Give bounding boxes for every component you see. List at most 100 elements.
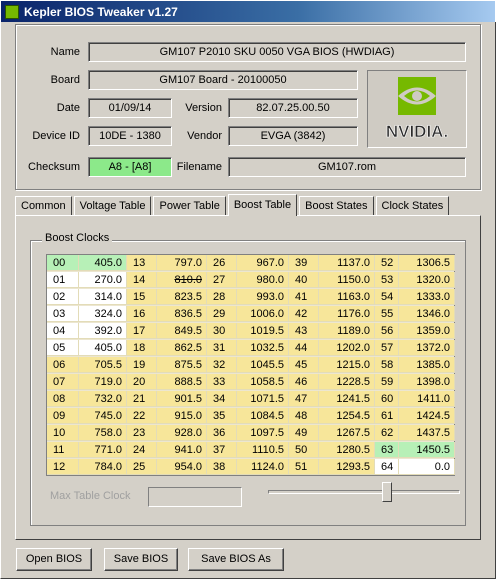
boost-index-cell: 25 — [127, 459, 157, 475]
tab-clock-states[interactable]: Clock States — [375, 196, 450, 216]
board-field: GM107 Board - 20100050 — [88, 70, 358, 90]
boost-value-cell[interactable]: 901.5 — [157, 391, 207, 407]
boost-value-cell[interactable]: 823.5 — [157, 289, 207, 305]
boost-value-cell[interactable]: 392.0 — [79, 323, 127, 339]
boost-value-cell[interactable]: 771.0 — [79, 442, 127, 458]
boost-value-cell[interactable]: 1097.5 — [237, 425, 289, 441]
nvidia-logo: NVIDIA. — [367, 70, 467, 148]
boost-index-cell: 18 — [127, 340, 157, 356]
tab-boost-table[interactable]: Boost Table — [227, 194, 298, 216]
boost-index-cell: 12 — [47, 459, 79, 475]
boost-value-cell[interactable]: 915.0 — [157, 408, 207, 424]
boost-value-cell[interactable]: 875.5 — [157, 357, 207, 373]
boost-value-cell[interactable]: 314.0 — [79, 289, 127, 305]
boost-clocks-title: Boost Clocks — [42, 232, 113, 244]
boost-value-cell[interactable]: 1150.0 — [319, 272, 375, 288]
boost-index-cell: 41 — [289, 289, 319, 305]
boost-index-cell: 27 — [207, 272, 237, 288]
boost-value-cell[interactable]: 1398.0 — [399, 374, 455, 390]
boost-value-cell[interactable]: 1019.5 — [237, 323, 289, 339]
date-field: 01/09/14 — [88, 98, 172, 118]
boost-value-cell[interactable]: 928.0 — [157, 425, 207, 441]
tab-voltage-table[interactable]: Voltage Table — [73, 196, 152, 216]
boost-value-cell[interactable]: 1306.5 — [399, 255, 455, 271]
boost-value-cell[interactable]: 1215.0 — [319, 357, 375, 373]
app-icon — [5, 4, 19, 19]
open-bios-button[interactable]: Open BIOS — [16, 548, 92, 571]
boost-index-cell: 37 — [207, 442, 237, 458]
save-bios-button[interactable]: Save BIOS — [104, 548, 178, 571]
boost-value-cell[interactable]: 993.0 — [237, 289, 289, 305]
boost-value-cell[interactable]: 1084.5 — [237, 408, 289, 424]
name-label: Name — [50, 46, 80, 58]
boost-index-cell: 01 — [47, 272, 79, 288]
boost-value-cell[interactable]: 1189.0 — [319, 323, 375, 339]
boost-value-cell[interactable]: 1372.0 — [399, 340, 455, 356]
boost-value-cell[interactable]: 270.0 — [79, 272, 127, 288]
boost-value-cell[interactable]: 1424.5 — [399, 408, 455, 424]
boost-value-cell[interactable]: 810.0 — [157, 272, 207, 288]
boost-value-cell[interactable]: 745.0 — [79, 408, 127, 424]
boost-value-cell[interactable]: 1032.5 — [237, 340, 289, 356]
boost-value-cell[interactable]: 705.5 — [79, 357, 127, 373]
save-bios-as-button[interactable]: Save BIOS As — [188, 548, 284, 571]
boost-value-cell[interactable]: 797.0 — [157, 255, 207, 271]
tab-boost-states[interactable]: Boost States — [299, 196, 374, 216]
boost-value-cell[interactable]: 719.0 — [79, 374, 127, 390]
boost-index-cell: 20 — [127, 374, 157, 390]
boost-value-cell[interactable]: 1202.0 — [319, 340, 375, 356]
boost-index-cell: 31 — [207, 340, 237, 356]
boost-value-cell[interactable]: 1241.5 — [319, 391, 375, 407]
tab-common[interactable]: Common — [15, 196, 72, 216]
checksum-field: A8 - [A8] — [88, 157, 172, 177]
date-label: Date — [56, 102, 80, 114]
boost-value-cell[interactable]: 1267.5 — [319, 425, 375, 441]
boost-value-cell[interactable]: 1254.5 — [319, 408, 375, 424]
boost-value-cell[interactable]: 1110.5 — [237, 442, 289, 458]
title-bar[interactable]: Kepler BIOS Tweaker v1.27 — [0, 0, 496, 22]
boost-value-cell[interactable]: 1163.0 — [319, 289, 375, 305]
boost-value-cell[interactable]: 1450.5 — [399, 442, 455, 458]
boost-value-cell[interactable]: 1006.0 — [237, 306, 289, 322]
boost-value-cell[interactable]: 732.0 — [79, 391, 127, 407]
boost-value-cell[interactable]: 836.5 — [157, 306, 207, 322]
slider-thumb[interactable] — [382, 482, 393, 502]
board-label: Board — [50, 74, 80, 86]
boost-value-cell[interactable]: 1346.0 — [399, 306, 455, 322]
boost-value-cell[interactable]: 888.5 — [157, 374, 207, 390]
boost-value-cell[interactable]: 1320.0 — [399, 272, 455, 288]
boost-value-cell[interactable]: 1176.0 — [319, 306, 375, 322]
boost-value-cell[interactable]: 1411.0 — [399, 391, 455, 407]
boost-value-cell[interactable]: 1437.5 — [399, 425, 455, 441]
boost-value-cell[interactable]: 954.0 — [157, 459, 207, 475]
boost-value-cell[interactable]: 1137.0 — [319, 255, 375, 271]
boost-value-cell[interactable]: 405.0 — [79, 255, 127, 271]
boost-value-cell[interactable]: 0.0 — [399, 459, 455, 475]
boost-value-cell[interactable]: 1045.5 — [237, 357, 289, 373]
tab-bar: Common Voltage Table Power Table Boost Tabl… — [15, 194, 451, 216]
tab-power-table[interactable]: Power Table — [153, 196, 226, 216]
boost-value-cell[interactable]: 758.0 — [79, 425, 127, 441]
boost-value-cell[interactable]: 324.0 — [79, 306, 127, 322]
boost-value-cell[interactable]: 1359.0 — [399, 323, 455, 339]
boost-value-cell[interactable]: 1228.5 — [319, 374, 375, 390]
boost-value-cell[interactable]: 862.5 — [157, 340, 207, 356]
boost-index-cell: 17 — [127, 323, 157, 339]
boost-value-cell[interactable]: 980.0 — [237, 272, 289, 288]
boost-value-cell[interactable]: 1293.5 — [319, 459, 375, 475]
boost-value-cell[interactable]: 405.0 — [79, 340, 127, 356]
boost-value-cell[interactable]: 967.0 — [237, 255, 289, 271]
boost-value-cell[interactable]: 784.0 — [79, 459, 127, 475]
boost-index-cell: 63 — [375, 442, 399, 458]
boost-value-cell[interactable]: 1385.0 — [399, 357, 455, 373]
boost-value-cell[interactable]: 1333.0 — [399, 289, 455, 305]
boost-value-cell[interactable]: 1071.5 — [237, 391, 289, 407]
boost-value-cell[interactable]: 1058.5 — [237, 374, 289, 390]
boost-value-cell[interactable]: 849.5 — [157, 323, 207, 339]
boost-table[interactable]: 00 405.0 01 270.0 02 314.0 03 324.0 04 392.0 05 405… — [46, 254, 455, 476]
boost-index-cell: 50 — [289, 442, 319, 458]
boost-value-cell[interactable]: 941.0 — [157, 442, 207, 458]
slider-track[interactable] — [268, 490, 460, 494]
boost-value-cell[interactable]: 1280.5 — [319, 442, 375, 458]
boost-value-cell[interactable]: 1124.0 — [237, 459, 289, 475]
